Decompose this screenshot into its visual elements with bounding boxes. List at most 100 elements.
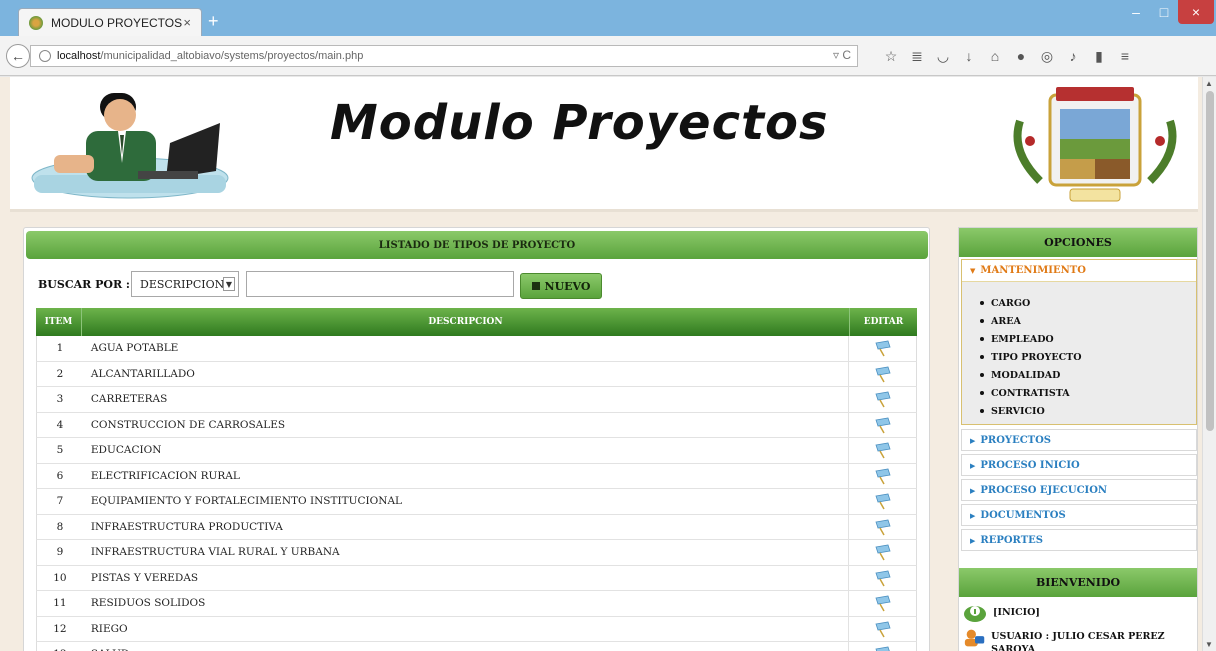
sidebar-link-label: EMPLEADO <box>991 333 1054 345</box>
download-icon[interactable]: ↓ <box>956 48 982 65</box>
search-input[interactable] <box>246 271 514 297</box>
caret-right-icon: ▶ <box>970 460 976 470</box>
reading-list-icon[interactable]: ≣ <box>904 48 930 65</box>
tab-close-icon[interactable]: × <box>183 15 191 30</box>
sidebar-link-label: SERVICIO <box>991 405 1045 417</box>
row-description: INFRAESTRUCTURA PRODUCTIVA <box>83 514 850 539</box>
row-item: 4 <box>56 418 64 431</box>
new-tab-button[interactable]: + <box>208 12 219 30</box>
pocket-icon[interactable]: ◡ <box>930 48 956 65</box>
edit-pencil-icon[interactable] <box>874 365 892 383</box>
table-row: 6 ELECTRIFICACION RURAL <box>36 463 917 489</box>
browser-tab[interactable]: MODULO PROYECTOS × <box>18 8 202 36</box>
browser-navbar: ← localhost /municipalidad_altobiavo/sys… <box>0 36 1216 76</box>
bullet-icon <box>980 391 984 395</box>
home-icon[interactable]: ⌂ <box>982 48 1008 65</box>
row-description: CARRETERAS <box>83 387 850 412</box>
sidebar-link-label: CONTRATISTA <box>991 387 1070 399</box>
search-field-select-value: DESCRIPCION <box>140 277 225 291</box>
search-by-label: BUSCAR POR : <box>38 278 130 291</box>
bookmark-star-icon[interactable]: ☆ <box>878 48 904 65</box>
page-scrollbar[interactable]: ▲ ▼ <box>1202 77 1216 651</box>
table-body: 1 AGUA POTABLE 2 ALCANTARILLADO 3 CARRETERAS 4… <box>36 336 917 651</box>
addon-icon[interactable]: ◎ <box>1034 48 1060 65</box>
window-maximize-button[interactable]: □ <box>1150 0 1178 24</box>
row-description: PISTAS Y VEREDAS <box>83 565 850 590</box>
sidebar-link[interactable]: AREA <box>980 312 1196 330</box>
edit-pencil-icon[interactable] <box>874 416 892 434</box>
accordion-section-label: DOCUMENTOS <box>980 509 1066 521</box>
home-link[interactable]: [INICIO] <box>993 607 1040 618</box>
row-item: 3 <box>56 393 64 406</box>
reload-icon[interactable]: ▿ C <box>833 48 851 62</box>
address-bar[interactable]: localhost /municipalidad_altobiavo/syste… <box>30 45 858 67</box>
row-description: AGUA POTABLE <box>83 336 850 361</box>
edit-pencil-icon[interactable] <box>874 620 892 638</box>
edit-pencil-icon[interactable] <box>874 645 892 651</box>
row-item: 6 <box>56 469 64 482</box>
edit-cell <box>849 438 916 463</box>
sidebar-link-label: CARGO <box>991 297 1031 309</box>
sidebar-link[interactable]: CONTRATISTA <box>980 384 1196 402</box>
row-description: EDUCACION <box>83 438 850 463</box>
sidebar-link[interactable]: TIPO PROYECTO <box>980 348 1196 366</box>
url-host: localhost <box>57 50 101 62</box>
accordion-section[interactable]: ▶ PROYECTOS <box>961 429 1197 451</box>
sidebar-link-label: TIPO PROYECTO <box>991 351 1082 363</box>
back-arrow-icon[interactable]: ← <box>6 44 30 68</box>
menu-icon[interactable]: ≡ <box>1112 48 1138 65</box>
accordion-section-label: PROCESO INICIO <box>980 459 1080 471</box>
edit-cell <box>849 540 916 565</box>
scroll-thumb[interactable] <box>1206 91 1214 431</box>
scroll-down-icon[interactable]: ▼ <box>1205 640 1213 649</box>
column-header-descripcion[interactable]: DESCRIPCION <box>82 308 850 336</box>
edit-pencil-icon[interactable] <box>874 492 892 510</box>
table-row: 10 PISTAS Y VEREDAS <box>36 565 917 591</box>
caret-down-icon: ▼ <box>970 266 976 275</box>
accordion-section[interactable]: ▶ DOCUMENTOS <box>961 504 1197 526</box>
extension-icon[interactable]: ♪ <box>1060 48 1086 65</box>
edit-pencil-icon[interactable] <box>874 390 892 408</box>
edit-pencil-icon[interactable] <box>874 569 892 587</box>
search-field-select[interactable]: DESCRIPCION ▼ <box>131 271 239 297</box>
toolbar-icons: ☆ ≣ ◡ ↓ ⌂ ● ◎ ♪ ▮ ≡ <box>878 48 1138 65</box>
sidebar-link[interactable]: CARGO <box>980 294 1196 312</box>
edit-cell <box>849 566 916 591</box>
edit-pencil-icon[interactable] <box>874 339 892 357</box>
clipboard-icon[interactable]: ▮ <box>1086 48 1112 65</box>
accordion-section[interactable]: ▶ REPORTES <box>961 529 1197 551</box>
favicon-icon <box>29 15 43 30</box>
new-record-icon <box>531 282 540 290</box>
listing-title: LISTADO DE TIPOS DE PROYECTO <box>26 231 928 259</box>
edit-cell <box>849 642 916 651</box>
accordion-section[interactable]: ▶ PROCESO EJECUCION <box>961 479 1197 501</box>
chevron-down-icon[interactable]: ▼ <box>223 277 235 291</box>
chat-icon[interactable]: ● <box>1008 48 1034 65</box>
accordion-section[interactable]: ▶ PROCESO INICIO <box>961 454 1197 476</box>
edit-pencil-icon[interactable] <box>874 543 892 561</box>
edit-pencil-icon[interactable] <box>874 594 892 612</box>
edit-cell <box>849 515 916 540</box>
caret-right-icon: ▶ <box>970 485 976 495</box>
edit-pencil-icon[interactable] <box>874 441 892 459</box>
scroll-up-icon[interactable]: ▲ <box>1205 79 1213 88</box>
sidebar-link[interactable]: EMPLEADO <box>980 330 1196 348</box>
window-close-button[interactable]: × <box>1178 0 1214 24</box>
column-header-item[interactable]: ITEM <box>36 308 82 336</box>
table-row: 9 INFRAESTRUCTURA VIAL RURAL Y URBANA <box>36 540 917 566</box>
table-row: 13SALUD <box>36 642 917 651</box>
edit-pencil-icon[interactable] <box>874 467 892 485</box>
new-button[interactable]: NUEVO <box>520 273 602 299</box>
caret-right-icon: ▶ <box>970 510 976 520</box>
accordion-header-mantenimiento[interactable]: ▼ MANTENIMIENTO <box>962 260 1196 282</box>
sidebar-link[interactable]: MODALIDAD <box>980 366 1196 384</box>
window-minimize-button[interactable]: – <box>1122 0 1150 24</box>
mantenimiento-links: CARGO AREA EMPLEADO TIPO PROYECTO MODALIDAD C… <box>962 282 1196 420</box>
sidebar-link-label: MODALIDAD <box>991 369 1061 381</box>
sidebar-link-label: AREA <box>991 315 1021 327</box>
sidebar-link[interactable]: SERVICIO <box>980 402 1196 420</box>
column-header-editar[interactable]: EDITAR <box>850 308 917 336</box>
home-link-row[interactable]: [INICIO] <box>963 602 1040 622</box>
row-description: EQUIPAMIENTO Y FORTALECIMIENTO INSTITUCI… <box>83 489 850 514</box>
edit-pencil-icon[interactable] <box>874 518 892 536</box>
